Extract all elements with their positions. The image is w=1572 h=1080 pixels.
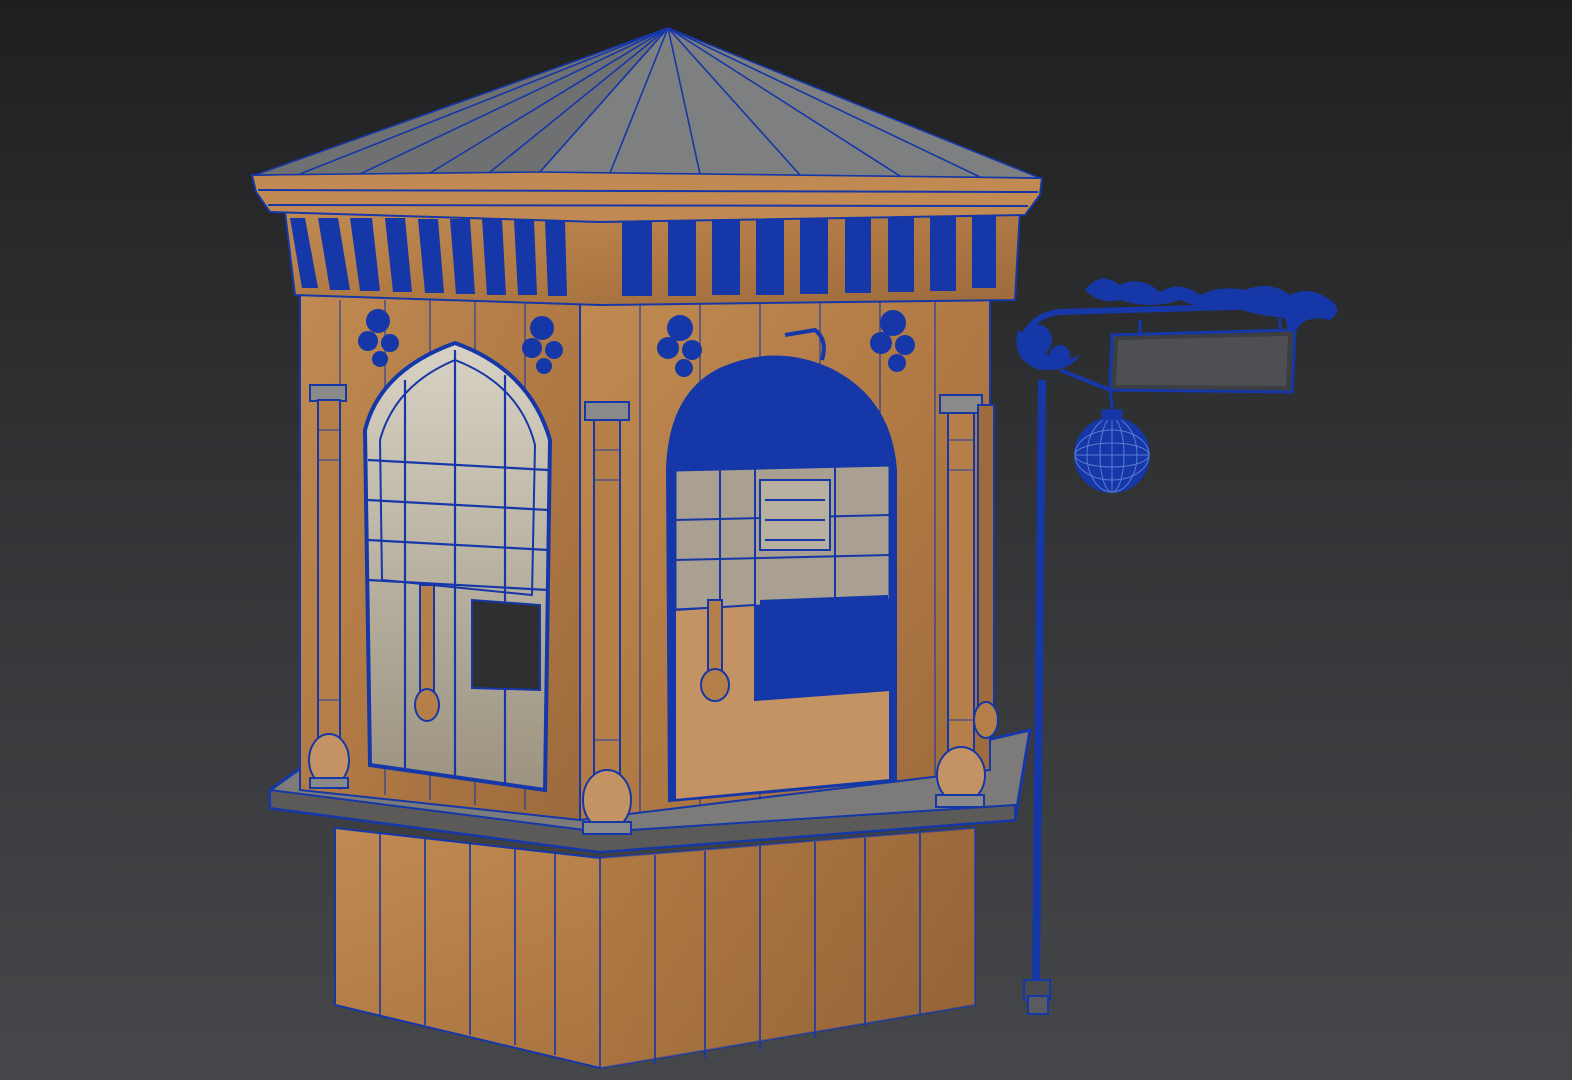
right-arch-opening bbox=[665, 327, 897, 803]
roof bbox=[254, 27, 1041, 179]
kiosk-model-render bbox=[250, 27, 1338, 1070]
column-far-right bbox=[973, 404, 999, 739]
kiosk-base bbox=[334, 826, 976, 1070]
lamp-globe bbox=[1074, 409, 1150, 493]
cornice bbox=[250, 168, 1044, 224]
left-arch-window bbox=[362, 340, 553, 793]
3d-viewport[interactable] bbox=[0, 0, 1572, 1080]
hanging-sign bbox=[1108, 318, 1297, 394]
frieze bbox=[283, 208, 1022, 307]
menu-board bbox=[673, 463, 892, 612]
